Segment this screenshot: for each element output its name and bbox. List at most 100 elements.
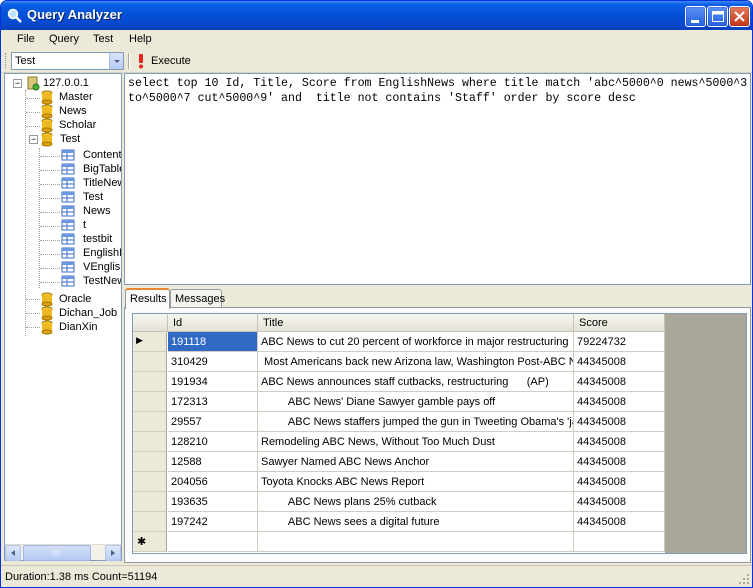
row-header[interactable] xyxy=(133,352,167,372)
table-cell-title[interactable]: Remodeling ABC News, Without Too Much Du… xyxy=(258,432,574,452)
results-grid-area[interactable]: Id Title Score ▶ 191118 ABC News to cut … xyxy=(132,313,747,554)
toolbar-grip[interactable] xyxy=(5,53,8,69)
table-cell-score[interactable]: 44345008 xyxy=(574,352,665,372)
tree-node-db-oracle[interactable]: Oracle xyxy=(41,292,121,307)
table-icon xyxy=(61,149,75,161)
tree-horizontal-scrollbar[interactable] xyxy=(5,544,121,561)
tree-node-table[interactable]: testbit xyxy=(40,232,121,247)
results-grid[interactable]: Id Title Score ▶ 191118 ABC News to cut … xyxy=(133,314,665,553)
table-cell-id[interactable]: 193635 xyxy=(168,492,258,512)
row-header[interactable] xyxy=(133,452,167,472)
row-header[interactable]: ▶ xyxy=(133,332,167,352)
column-header-score[interactable]: Score xyxy=(574,314,665,332)
tree-node-table[interactable]: VEnglishN xyxy=(40,260,121,275)
table-cell-id[interactable]: 191934 xyxy=(168,372,258,392)
table-cell-title[interactable]: Sawyer Named ABC News Anchor xyxy=(258,452,574,472)
row-header[interactable] xyxy=(133,432,167,452)
scroll-left-button[interactable] xyxy=(5,545,21,561)
database-icon xyxy=(41,306,53,321)
row-header[interactable] xyxy=(133,412,167,432)
tree-node-label: Master xyxy=(59,91,93,103)
close-button[interactable] xyxy=(729,6,750,27)
grid-corner-header[interactable] xyxy=(133,314,168,332)
new-row-cell-title[interactable] xyxy=(258,532,574,552)
tree-node-table[interactable]: TestNew xyxy=(40,274,121,289)
row-header[interactable] xyxy=(133,372,167,392)
query-editor[interactable]: select top 10 Id, Title, Score from Engl… xyxy=(124,73,751,285)
menu-test[interactable]: Test xyxy=(93,33,113,45)
table-cell-id[interactable]: 191118 xyxy=(168,332,258,352)
scroll-right-button[interactable] xyxy=(105,545,121,561)
table-cell-score[interactable]: 44345008 xyxy=(574,392,665,412)
database-select[interactable]: Test xyxy=(11,52,124,70)
database-icon xyxy=(41,90,53,105)
tree-node-db-master[interactable]: Master xyxy=(41,90,121,105)
table-cell-score[interactable]: 44345008 xyxy=(574,472,665,492)
column-header-title[interactable]: Title xyxy=(258,314,574,332)
table-cell-title[interactable]: ABC News sees a digital future xyxy=(258,512,574,532)
table-cell-title[interactable]: Toyota Knocks ABC News Report xyxy=(258,472,574,492)
table-cell-id[interactable]: 172313 xyxy=(168,392,258,412)
table-cell-title[interactable]: ABC News to cut 20 percent of workforce … xyxy=(258,332,574,352)
tree-line xyxy=(40,268,60,269)
title-bar[interactable]: Query Analyzer xyxy=(1,1,752,30)
table-cell-score[interactable]: 44345008 xyxy=(574,432,665,452)
maximize-button[interactable] xyxy=(707,6,728,27)
table-cell-title[interactable]: ABC News staffers jumped the gun in Twee… xyxy=(258,412,574,432)
row-header[interactable] xyxy=(133,512,167,532)
table-cell-score[interactable]: 44345008 xyxy=(574,452,665,472)
table-cell-id[interactable]: 128210 xyxy=(168,432,258,452)
tree-node-table[interactable]: BigTable xyxy=(40,162,121,177)
tree-node-table[interactable]: News xyxy=(40,204,121,219)
table-cell-title[interactable]: Most Americans back new Arizona law, Was… xyxy=(258,352,574,372)
collapse-icon[interactable]: − xyxy=(13,79,22,88)
table-cell-id[interactable]: 197242 xyxy=(168,512,258,532)
menu-file[interactable]: File xyxy=(17,33,35,45)
tree-node-server[interactable]: − 127.0.0.1 xyxy=(13,76,121,91)
table-icon xyxy=(61,275,75,287)
table-cell-title[interactable]: ABC News plans 25% cutback xyxy=(258,492,574,512)
column-header-id[interactable]: Id xyxy=(168,314,258,332)
tree-node-table[interactable]: TitleNews xyxy=(40,176,121,191)
new-row-cell-score[interactable] xyxy=(574,532,665,552)
dropdown-arrow-icon[interactable] xyxy=(109,53,123,69)
table-icon xyxy=(61,261,75,273)
table-cell-score[interactable]: 44345008 xyxy=(574,512,665,532)
table-cell-id[interactable]: 204056 xyxy=(168,472,258,492)
tree-node-table[interactable]: ContentN xyxy=(40,148,121,163)
tree-node-db-scholar[interactable]: Scholar xyxy=(41,118,121,133)
collapse-icon[interactable]: − xyxy=(29,135,38,144)
tree-node-db-test[interactable]: − Test xyxy=(29,132,121,147)
scroll-thumb[interactable] xyxy=(23,545,91,561)
menu-help[interactable]: Help xyxy=(129,33,152,45)
table-cell-id[interactable]: 12588 xyxy=(168,452,258,472)
table-cell-score[interactable]: 44345008 xyxy=(574,372,665,392)
tree-line xyxy=(40,282,60,283)
tree-node-table[interactable]: Test xyxy=(40,190,121,205)
tree-node-table[interactable]: t xyxy=(40,218,121,233)
new-row-cell-id[interactable] xyxy=(168,532,258,552)
tab-results[interactable]: Results xyxy=(125,288,170,309)
table-cell-title[interactable]: ABC News announces staff cutbacks, restr… xyxy=(258,372,574,392)
tree-node-db-dichan-job[interactable]: Dichan_Job xyxy=(41,306,121,321)
menu-query[interactable]: Query xyxy=(49,33,79,45)
object-tree[interactable]: − 127.0.0.1 Master News Scholar − Test C… xyxy=(4,73,122,561)
table-cell-score[interactable]: 44345008 xyxy=(574,412,665,432)
tree-node-db-dianxin[interactable]: DianXin xyxy=(41,320,121,335)
table-cell-id[interactable]: 310429 xyxy=(168,352,258,372)
table-cell-score[interactable]: 44345008 xyxy=(574,492,665,512)
tree-node-table[interactable]: EnglishNe xyxy=(40,246,121,261)
row-header[interactable] xyxy=(133,392,167,412)
minimize-button[interactable] xyxy=(685,6,706,27)
row-header[interactable] xyxy=(133,472,167,492)
row-header[interactable] xyxy=(133,492,167,512)
new-row-header[interactable]: ✱ xyxy=(133,532,167,552)
execute-button[interactable]: Execute xyxy=(135,52,191,70)
server-icon xyxy=(27,76,40,91)
table-cell-id[interactable]: 29557 xyxy=(168,412,258,432)
tree-node-db-news[interactable]: News xyxy=(41,104,121,119)
table-cell-title[interactable]: ABC News' Diane Sawyer gamble pays off xyxy=(258,392,574,412)
tab-messages[interactable]: Messages xyxy=(170,289,225,308)
resize-grip-icon[interactable] xyxy=(738,573,750,585)
table-cell-score[interactable]: 79224732 xyxy=(574,332,665,352)
